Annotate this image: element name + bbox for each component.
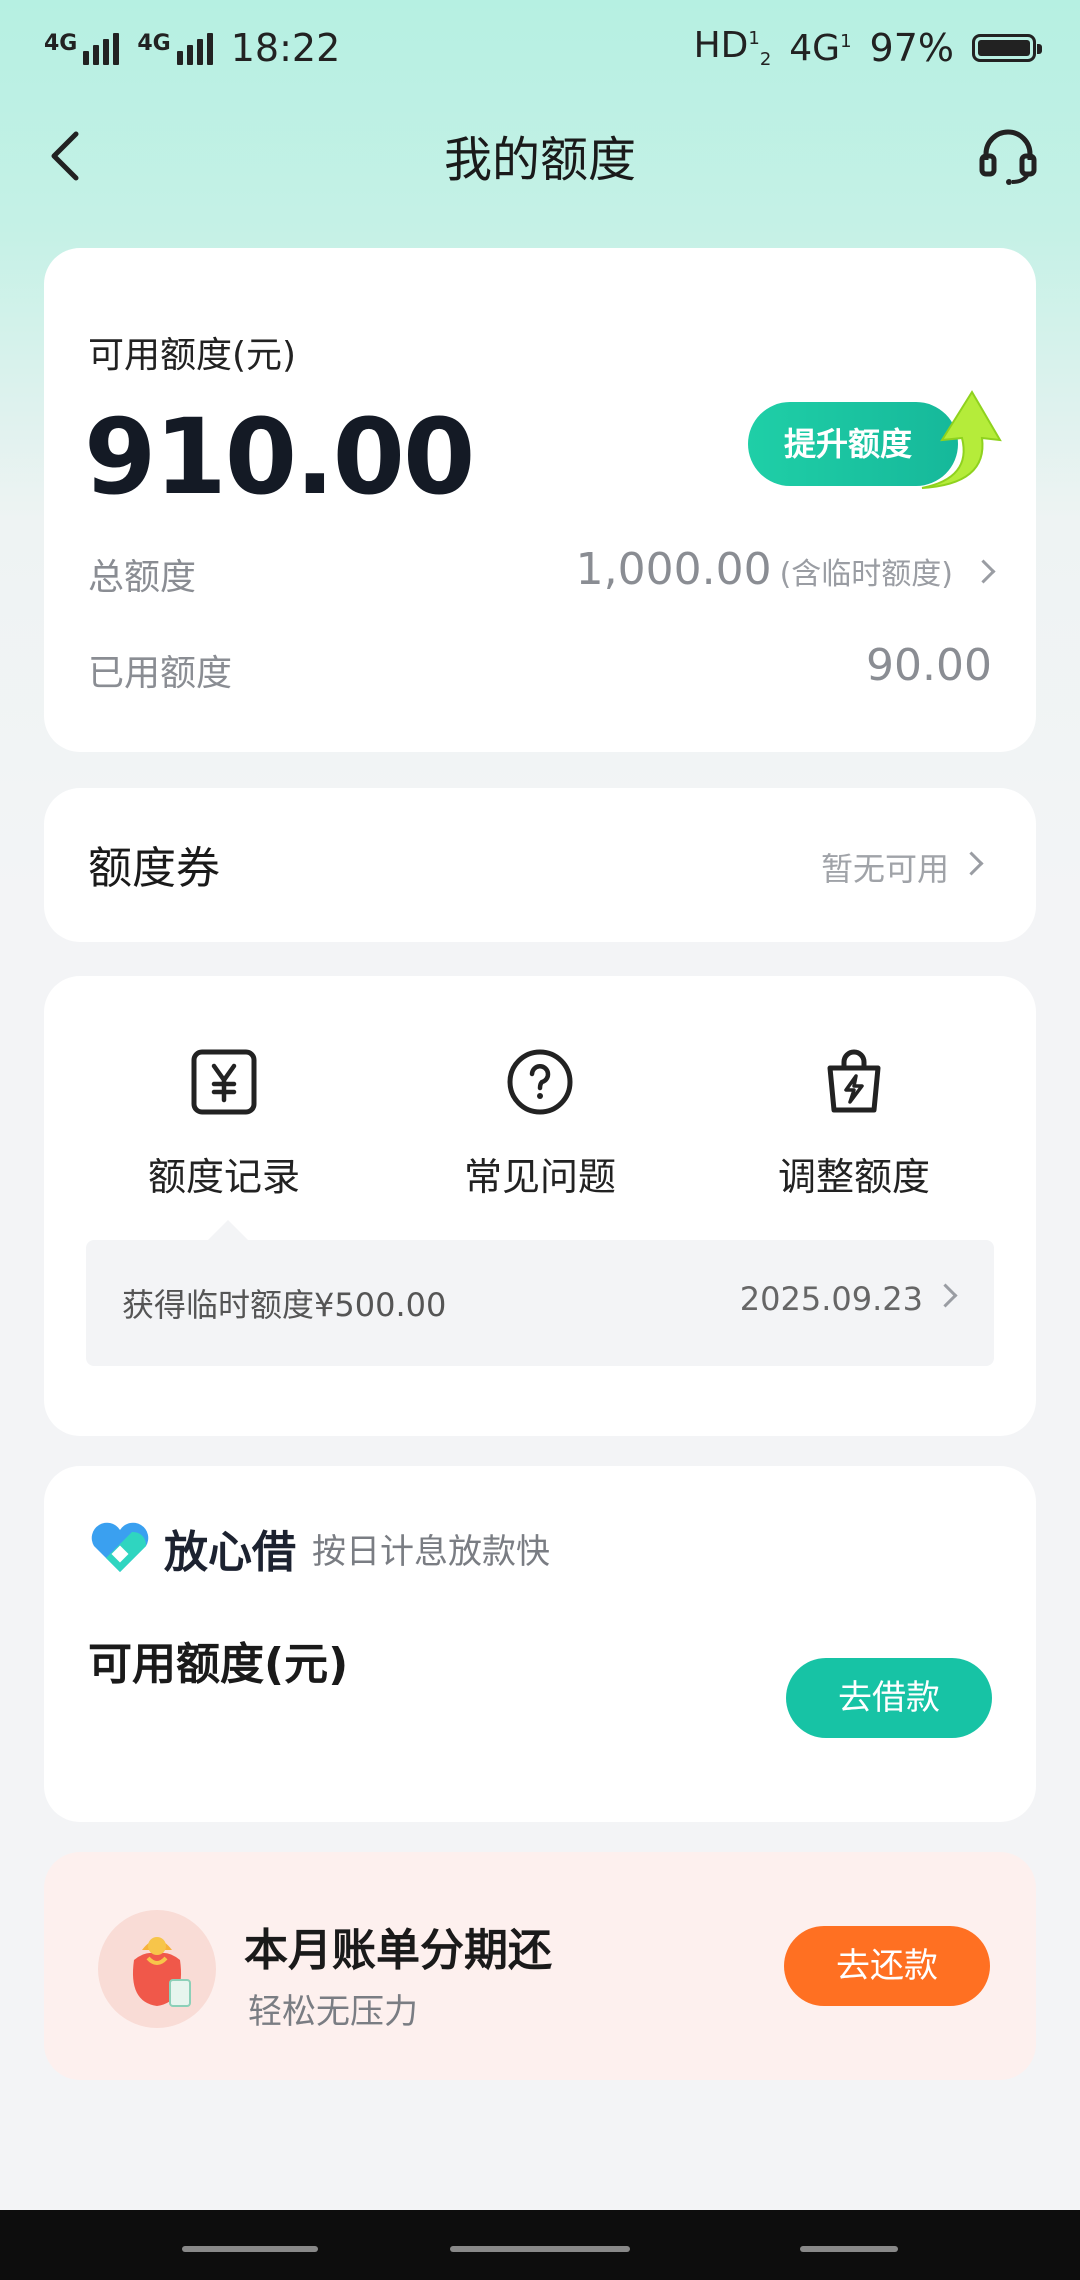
battery-percent: 97% [869, 26, 954, 70]
feature-label: 常见问题 [463, 1155, 616, 1199]
coupon-card[interactable]: 额度券 暂无可用 [44, 788, 1036, 942]
bill-subtitle: 轻松无压力 [248, 1992, 418, 2032]
features-card: 额度记录 常见问题 调整额度 获得临时额度¥500.00 2025.09.23 [44, 976, 1036, 1436]
status-bar: 4G 4G 18:22 HD12 4G1 97% [44, 22, 1042, 74]
nav-bar: 我的额度 [0, 110, 1080, 200]
headset-icon[interactable] [976, 124, 1040, 188]
feature-adjust-quota[interactable]: 调整额度 [734, 1046, 974, 1201]
bill-title: 本月账单分期还 [244, 1925, 552, 1976]
nav-gesture-home[interactable] [450, 2246, 630, 2252]
raise-quota-button[interactable]: 提升额度 [748, 388, 1002, 498]
quota-record-item[interactable]: 获得临时额度¥500.00 2025.09.23 [86, 1220, 994, 1366]
feature-quota-record[interactable]: 额度记录 [104, 1046, 344, 1201]
chevron-right-icon [933, 1282, 958, 1308]
feature-faq[interactable]: 常见问题 [420, 1046, 660, 1201]
available-label: 可用额度(元) [88, 335, 297, 376]
page-title: 我的额度 [443, 132, 636, 188]
used-amount: 90.00 [866, 640, 992, 691]
money-bag-icon [98, 1910, 216, 2028]
clock: 18:22 [230, 26, 341, 70]
record-date-row: 2025.09.23 [739, 1280, 958, 1318]
brand-name: 放心借 [164, 1527, 296, 1578]
system-nav-bar [0, 2210, 1080, 2280]
coupon-title: 额度券 [88, 843, 220, 894]
signal-icon: 4G [44, 31, 120, 65]
battery-icon [972, 34, 1042, 62]
network-indicator: 4G1 [789, 27, 852, 69]
yen-icon [188, 1046, 260, 1118]
record-text: 获得临时额度¥500.00 [122, 1286, 447, 1324]
record-date: 2025.09.23 [739, 1280, 923, 1318]
signal-icon: 4G [137, 31, 213, 65]
total-quota-row[interactable]: 1,000.00 (含临时额度) [575, 544, 996, 595]
nav-gesture-left[interactable] [182, 2246, 318, 2252]
loan-brand: 放心借 按日计息放款快 [88, 1516, 550, 1580]
status-right: HD12 4G1 97% [693, 25, 1042, 71]
total-amount: 1,000.00 [575, 544, 772, 595]
quota-card: 可用额度(元) 910.00 提升额度 总额度 1,000.00 (含临时额度)… [44, 248, 1036, 752]
used-label: 已用额度 [88, 653, 233, 694]
brand-slogan: 按日计息放款快 [312, 1531, 550, 1572]
loan-card: 放心借 按日计息放款快 可用额度(元) 去借款 [44, 1466, 1036, 1822]
available-amount: 910.00 [84, 396, 475, 518]
bag-bolt-icon [818, 1046, 890, 1118]
question-icon [504, 1046, 576, 1118]
hd-indicator: HD12 [693, 25, 772, 71]
bill-card: 本月账单分期还 轻松无压力 去还款 [44, 1852, 1036, 2080]
feature-label: 调整额度 [777, 1155, 930, 1199]
total-label: 总额度 [88, 557, 197, 598]
coupon-status-row: 暂无可用 [820, 844, 984, 890]
nav-gesture-right[interactable] [800, 2246, 898, 2252]
raise-quota-label: 提升额度 [783, 425, 912, 463]
status-left: 4G 4G 18:22 [44, 26, 340, 70]
heart-logo-icon [91, 1522, 149, 1572]
total-note: (含临时额度) [779, 557, 953, 592]
chevron-right-icon [959, 850, 984, 876]
loan-available-label: 可用额度(元) [88, 1639, 349, 1690]
coupon-status: 暂无可用 [820, 850, 949, 888]
feature-label: 额度记录 [147, 1155, 300, 1199]
repay-button[interactable]: 去还款 [784, 1926, 990, 2006]
chevron-right-icon [971, 559, 996, 584]
borrow-button[interactable]: 去借款 [786, 1658, 992, 1738]
